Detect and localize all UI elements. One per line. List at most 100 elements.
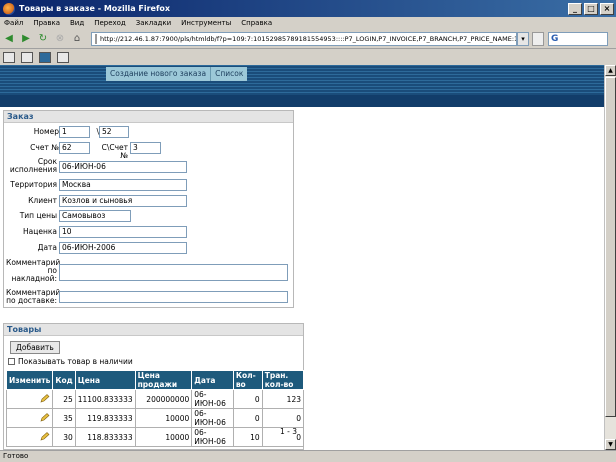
maximize-button[interactable]: □ [584, 2, 598, 15]
stop-icon[interactable]: ⊗ [53, 32, 67, 46]
qty-cell: 0 [232, 389, 263, 409]
sale-price-cell: 200000000 [134, 389, 193, 409]
pencil-icon[interactable] [40, 431, 50, 441]
territory-label: Территория [10, 180, 57, 189]
price-type-input[interactable]: Самовывоз [59, 210, 131, 222]
tab-list[interactable]: Список [210, 67, 247, 81]
address-dropdown-icon[interactable]: ▾ [517, 31, 529, 46]
sinvoice-input[interactable]: 3 [130, 142, 161, 154]
qty-cell: 0 [232, 408, 263, 428]
edit-cell[interactable] [5, 389, 54, 409]
number-label: Номер [33, 127, 59, 136]
comment-invoice-input[interactable] [59, 264, 288, 281]
scroll-up-icon[interactable]: ▲ [605, 65, 616, 76]
col-code[interactable]: Код [52, 370, 76, 390]
table-row: 35 119.833333 10000 06-ИЮН-06 0 0 [5, 408, 305, 428]
app-tabs: Создание нового заказа Список [106, 67, 248, 81]
price-cell: 11100.833333 [74, 389, 136, 409]
edit-cell[interactable] [5, 427, 54, 447]
date-cell: 06-ИЮН-06 [191, 427, 234, 447]
tr-qty-cell: 123 [261, 389, 305, 409]
col-sale-price[interactable]: Цена продажи [134, 370, 193, 390]
col-edit[interactable]: Изменить [5, 370, 54, 390]
vertical-scrollbar[interactable]: ▲ ▼ [604, 65, 616, 450]
invoice-input[interactable]: 62 [59, 142, 90, 154]
bookmark-icon[interactable] [57, 51, 69, 63]
sale-price-cell: 10000 [134, 427, 193, 447]
status-bar: Готово [0, 450, 616, 462]
address-bar[interactable]: http://212.46.1.87:7900/pls/htmldb/f?p=1… [91, 31, 517, 46]
navigation-toolbar: ◀ ▶ ↻ ⊗ ⌂ http://212.46.1.87:7900/pls/ht… [0, 29, 616, 49]
menu-tools[interactable]: Инструменты [181, 19, 231, 27]
search-box[interactable]: G [548, 31, 608, 46]
table-row: 30 118.833333 10000 06-ИЮН-06 10 0 [5, 427, 305, 447]
col-qty[interactable]: Кол-во [232, 370, 263, 390]
markup-label: Наценка [23, 227, 57, 236]
date-input[interactable]: 06-ИЮН-2006 [59, 242, 187, 254]
header-band [0, 95, 604, 107]
term-input[interactable]: 06-ИЮН-06 [59, 161, 187, 173]
territory-input[interactable]: Москва [59, 179, 187, 191]
goods-region-title: Товары [4, 324, 303, 336]
date-cell: 06-ИЮН-06 [191, 389, 234, 409]
table-row: 25 11100.833333 200000000 06-ИЮН-06 0 12… [5, 389, 305, 409]
scroll-down-icon[interactable]: ▼ [605, 439, 616, 450]
invoice-label: Счет № [30, 143, 59, 152]
menu-bar: Файл Правка Вид Переход Закладки Инструм… [0, 17, 616, 29]
pencil-icon[interactable] [40, 393, 50, 403]
window-title: Товары в заказе - Mozilla Firefox [19, 4, 171, 13]
menu-bookmarks[interactable]: Закладки [136, 19, 171, 27]
pagination: 1 - 3 [279, 427, 297, 436]
app-header: Создание нового заказа Список [0, 65, 604, 95]
number-input[interactable]: 1 [59, 126, 90, 138]
minimize-button[interactable]: _ [568, 2, 582, 15]
term-label: Срок исполнения [9, 157, 57, 174]
col-tr-qty[interactable]: Тран. кол-во [261, 370, 305, 390]
table-header-row: Изменить Код Цена Цена продажи Дата Кол-… [5, 370, 305, 390]
order-region-title: Заказ [4, 111, 293, 123]
bookmark-icon[interactable] [21, 51, 33, 63]
back-icon[interactable]: ◀ [2, 32, 16, 46]
firefox-icon [3, 2, 15, 15]
sinvoice-label: С\Счет № [101, 143, 128, 160]
pencil-icon[interactable] [40, 412, 50, 422]
home-icon[interactable]: ⌂ [70, 32, 84, 46]
client-input[interactable]: Козлов и сыновья [59, 195, 187, 207]
col-date[interactable]: Дата [191, 370, 234, 390]
markup-input[interactable]: 10 [59, 226, 187, 238]
reload-icon[interactable]: ↻ [36, 32, 50, 46]
bookmark-icon[interactable] [39, 51, 51, 63]
bookmarks-toolbar [0, 49, 616, 65]
qty-cell: 10 [232, 427, 263, 447]
code-cell: 30 [52, 427, 76, 447]
sale-price-cell: 10000 [134, 408, 193, 428]
add-button[interactable]: Добавить [10, 341, 60, 354]
goods-region: Товары Добавить Показывать товар в налич… [3, 323, 305, 450]
client-label: Клиент [28, 196, 57, 205]
code-cell: 25 [52, 389, 76, 409]
menu-edit[interactable]: Правка [33, 19, 60, 27]
forward-icon[interactable]: ▶ [19, 32, 33, 46]
menu-file[interactable]: Файл [4, 19, 23, 27]
comment-invoice-label: Комментарий по накладной: [6, 258, 61, 283]
tab-create-order[interactable]: Создание нового заказа [106, 67, 210, 81]
go-icon[interactable] [532, 31, 544, 46]
close-button[interactable]: × [600, 2, 614, 15]
comment-delivery-label: Комментарий по доставке: [6, 288, 61, 305]
menu-go[interactable]: Переход [94, 19, 126, 27]
address-url: http://212.46.1.87:7900/pls/htmldb/f?p=1… [100, 34, 517, 43]
scroll-thumb[interactable] [605, 77, 616, 417]
number-input-2[interactable]: 52 [99, 126, 129, 138]
menu-view[interactable]: Вид [70, 19, 84, 27]
comment-delivery-input[interactable] [59, 291, 288, 303]
tr-qty-cell: 0 [261, 408, 305, 428]
edit-cell[interactable] [5, 408, 54, 428]
bookmark-icon[interactable] [3, 51, 15, 63]
col-price[interactable]: Цена [74, 370, 136, 390]
menu-help[interactable]: Справка [241, 19, 272, 27]
price-cell: 118.833333 [74, 427, 136, 447]
show-available-checkbox[interactable] [8, 358, 15, 365]
goods-table: Изменить Код Цена Цена продажи Дата Кол-… [5, 370, 305, 447]
date-cell: 06-ИЮН-06 [191, 408, 234, 428]
order-region: Заказ Номер 1 \ 52 Счет № 62 С\Счет № 3 … [3, 110, 294, 308]
